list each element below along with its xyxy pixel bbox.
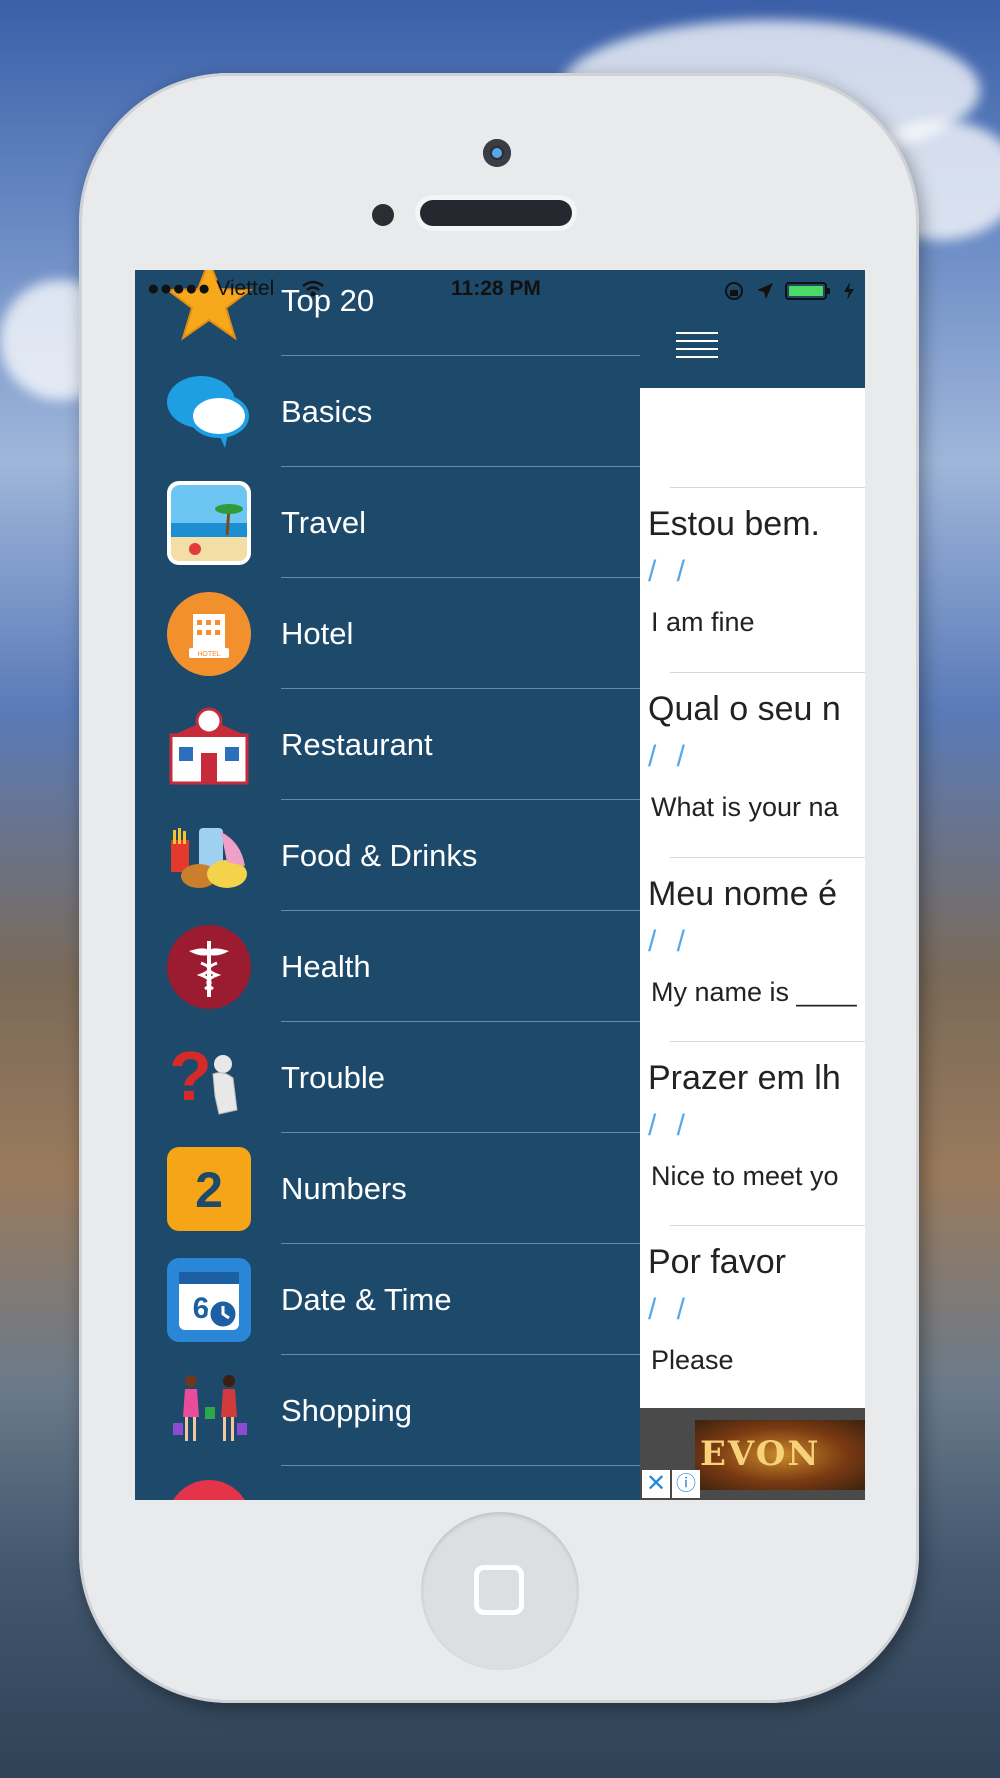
menu-item-numbers[interactable]: 2 Numbers bbox=[135, 1133, 640, 1244]
shopping-icon bbox=[173, 1374, 247, 1441]
phrase-english: My name is ____ bbox=[651, 977, 857, 1007]
menu-item-partial[interactable] bbox=[135, 1466, 640, 1500]
carrier-label: ●●●●● Viettel bbox=[147, 277, 275, 300]
number-two-icon: 2 bbox=[167, 1146, 251, 1231]
phrase-panel: Estou bem. / / I am fine Qual o seu n / … bbox=[640, 270, 865, 1500]
menu-item-label: Health bbox=[281, 948, 371, 984]
earpiece-speaker bbox=[420, 200, 572, 226]
menu-item-label: Hotel bbox=[281, 615, 354, 651]
rotation-lock-icon bbox=[725, 282, 743, 300]
phrase-english: Nice to meet yo bbox=[651, 1161, 839, 1191]
menu-item-label: Shopping bbox=[281, 1392, 413, 1428]
svg-text:HOTEL: HOTEL bbox=[197, 651, 220, 658]
proximity-sensor bbox=[372, 204, 394, 226]
phrase-phonetic: / / bbox=[648, 925, 692, 958]
menu-item-restaurant[interactable]: Restaurant bbox=[135, 689, 640, 800]
menu-item-food-drinks[interactable]: Food & Drinks bbox=[135, 800, 640, 911]
calendar-clock-icon: 6 bbox=[167, 1257, 251, 1342]
phrase-portuguese: Prazer em lh bbox=[648, 1059, 841, 1097]
battery-icon bbox=[785, 282, 830, 300]
menu-item-label: Restaurant bbox=[281, 726, 433, 762]
front-camera bbox=[483, 139, 511, 167]
phrase-portuguese: Qual o seu n bbox=[648, 690, 841, 728]
phrase-item[interactable]: Por favor / / Please bbox=[640, 1225, 865, 1409]
location-arrow-icon bbox=[757, 283, 773, 299]
trouble-icon: ? bbox=[169, 1037, 238, 1115]
menu-item-label: Trouble bbox=[281, 1059, 385, 1095]
menu-item-trouble[interactable]: ? Trouble bbox=[135, 1022, 640, 1133]
phrase-english: Please bbox=[651, 1345, 734, 1375]
phrase-item[interactable]: Meu nome é / / My name is ____ bbox=[640, 857, 865, 1041]
phrase-phonetic: / / bbox=[648, 740, 692, 773]
charging-bolt-icon bbox=[844, 282, 854, 300]
phrase-item[interactable]: Estou bem. / / I am fine bbox=[640, 487, 865, 671]
beach-icon bbox=[167, 480, 251, 565]
menu-item-label: Date & Time bbox=[281, 1281, 452, 1317]
phrase-phonetic: / / bbox=[648, 1109, 692, 1142]
app-screen: Top 20 Basics Travel HOTEL Hotel Restaur… bbox=[135, 270, 865, 1500]
phrase-phonetic: / / bbox=[648, 555, 692, 588]
phrase-phonetic: / / bbox=[648, 1293, 692, 1326]
ad-info-icon[interactable]: ⓘ bbox=[672, 1470, 700, 1498]
menu-item-label: Travel bbox=[281, 504, 366, 540]
menu-item-health[interactable]: Health bbox=[135, 911, 640, 1022]
ad-brand: EVON bbox=[700, 1434, 821, 1474]
phrase-portuguese: Por favor bbox=[648, 1243, 786, 1281]
hamburger-menu-icon[interactable] bbox=[676, 332, 718, 358]
phrase-item[interactable]: Qual o seu n / / What is your na bbox=[640, 672, 865, 856]
wifi-icon bbox=[302, 280, 324, 297]
menu-item-hotel[interactable]: HOTEL Hotel bbox=[135, 578, 640, 689]
partial-menu-icon bbox=[173, 1480, 245, 1500]
phrase-english: I am fine bbox=[651, 607, 755, 637]
restaurant-icon bbox=[169, 707, 249, 784]
food-drinks-icon bbox=[171, 827, 247, 888]
caduceus-icon bbox=[167, 924, 251, 1009]
menu-item-date-time[interactable]: 6 Date & Time bbox=[135, 1244, 640, 1355]
ad-close-icon[interactable]: ✕ bbox=[642, 1470, 670, 1498]
menu-item-label: Food & Drinks bbox=[281, 837, 478, 873]
phrase-item[interactable]: Prazer em lh / / Nice to meet yo bbox=[640, 1041, 865, 1225]
phrase-portuguese: Estou bem. bbox=[648, 505, 820, 543]
menu-item-label: Numbers bbox=[281, 1170, 407, 1206]
svg-text:?: ? bbox=[169, 1037, 212, 1115]
phrase-portuguese: Meu nome é bbox=[648, 875, 837, 913]
hotel-icon: HOTEL bbox=[167, 591, 251, 676]
menu-item-travel[interactable]: Travel bbox=[135, 467, 640, 578]
menu-item-label: Basics bbox=[281, 393, 373, 429]
status-bar: ●●●●● Viettel 11:28 PM bbox=[135, 270, 865, 310]
menu-item-basics[interactable]: Basics bbox=[135, 356, 640, 467]
phrase-english: What is your na bbox=[651, 792, 839, 822]
side-menu: Top 20 Basics Travel HOTEL Hotel Restaur… bbox=[135, 270, 640, 1500]
menu-item-shopping[interactable]: Shopping bbox=[135, 1355, 640, 1466]
home-button[interactable] bbox=[421, 1512, 579, 1670]
ad-banner[interactable]: EVON ✕ ⓘ bbox=[640, 1408, 865, 1500]
svg-text:2: 2 bbox=[195, 1162, 223, 1218]
status-time: 11:28 PM bbox=[451, 277, 541, 300]
svg-text:6: 6 bbox=[193, 1292, 210, 1325]
speech-bubbles-icon bbox=[167, 375, 249, 448]
